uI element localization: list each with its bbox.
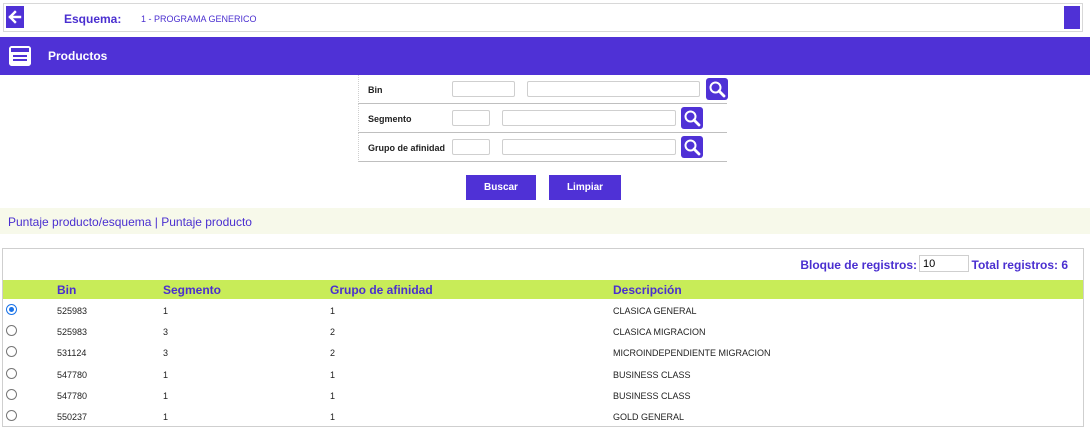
segmento-label: Segmento bbox=[368, 114, 412, 124]
window-icon bbox=[9, 46, 31, 66]
filter-row-segmento: Segmento bbox=[358, 104, 727, 133]
filter-row-bin: Bin bbox=[358, 75, 728, 104]
schema-side-handle[interactable] bbox=[1064, 6, 1080, 29]
clear-button[interactable]: Limpiar bbox=[549, 175, 621, 200]
row-select-radio[interactable] bbox=[6, 388, 17, 400]
segmento-description-input[interactable] bbox=[502, 110, 676, 126]
bin-label: Bin bbox=[368, 85, 383, 95]
cell-grupo: 2 bbox=[330, 327, 336, 338]
grupo-code-input[interactable] bbox=[452, 139, 490, 155]
cell-segmento: 1 bbox=[163, 412, 169, 422]
cell-bin: 531124 bbox=[57, 348, 87, 359]
cell-descripcion: MICROINDEPENDIENTE MIGRACION bbox=[613, 348, 771, 359]
column-header-bin[interactable]: Bin bbox=[57, 283, 76, 297]
row-select-radio[interactable] bbox=[6, 346, 17, 358]
cell-bin: 547780 bbox=[57, 390, 88, 401]
filter-row-grupo: Grupo de afinidad bbox=[358, 133, 727, 162]
cell-bin: 547780 bbox=[57, 369, 88, 380]
grupo-afinidad-label: Grupo de afinidad bbox=[368, 143, 446, 153]
cell-grupo: 1 bbox=[330, 306, 336, 316]
column-header-grupo[interactable]: Grupo de afinidad bbox=[330, 283, 433, 297]
row-select-radio[interactable] bbox=[6, 325, 17, 337]
magnifier-icon bbox=[684, 110, 701, 127]
bin-search-button[interactable] bbox=[706, 78, 728, 100]
cell-descripcion: BUSINESS CLASS bbox=[613, 369, 691, 380]
segmento-search-button[interactable] bbox=[681, 107, 703, 129]
table-row[interactable]: 525983 1 1 CLASICA GENERAL bbox=[3, 300, 1083, 321]
block-size-input[interactable] bbox=[919, 255, 969, 272]
search-button[interactable]: Buscar bbox=[466, 175, 536, 200]
grupo-search-button[interactable] bbox=[681, 136, 703, 158]
total-records: Total registros: 6 bbox=[971, 258, 1068, 272]
cell-grupo: 1 bbox=[330, 412, 336, 422]
cell-segmento: 3 bbox=[163, 348, 169, 359]
schema-value: 1 - PROGRAMA GENERICO bbox=[141, 14, 257, 24]
table-row[interactable]: 531124 3 2 MICROINDEPENDIENTE MIGRACION bbox=[3, 342, 1083, 363]
schema-label: Esquema: bbox=[64, 12, 122, 26]
cell-grupo: 1 bbox=[330, 390, 336, 401]
magnifier-icon bbox=[684, 139, 701, 156]
cell-bin: 550237 bbox=[57, 412, 88, 422]
cell-bin: 525983 bbox=[57, 306, 88, 316]
cell-descripcion: BUSINESS CLASS bbox=[613, 390, 691, 401]
row-select-radio[interactable] bbox=[6, 367, 17, 379]
pager: Bloque de registros: Total registros: 6 bbox=[3, 249, 1083, 279]
cell-grupo: 2 bbox=[330, 348, 336, 359]
segmento-code-input[interactable] bbox=[452, 110, 490, 126]
row-select-radio[interactable] bbox=[6, 410, 17, 421]
cell-descripcion: CLASICA MIGRACION bbox=[613, 327, 706, 338]
cell-bin: 525983 bbox=[57, 327, 88, 338]
table-row[interactable]: 547780 1 1 BUSINESS CLASS bbox=[3, 385, 1083, 406]
cell-grupo: 1 bbox=[330, 369, 336, 380]
column-header-segmento[interactable]: Segmento bbox=[163, 283, 221, 297]
cell-segmento: 1 bbox=[163, 306, 169, 316]
cell-descripcion: CLASICA GENERAL bbox=[613, 306, 697, 316]
back-button[interactable] bbox=[6, 6, 24, 28]
bin-description-input[interactable] bbox=[527, 81, 700, 97]
column-header-descripcion[interactable]: Descripción bbox=[613, 283, 682, 297]
table-row[interactable]: 525983 3 2 CLASICA MIGRACION bbox=[3, 321, 1083, 342]
bin-code-input[interactable] bbox=[452, 81, 515, 97]
section-header: Productos bbox=[0, 37, 1090, 75]
table-header: Bin Segmento Grupo de afinidad Descripci… bbox=[3, 280, 1083, 299]
breadcrumb-bar: Puntaje producto/esquema | Puntaje produ… bbox=[0, 208, 1090, 234]
table-row[interactable]: 547780 1 1 BUSINESS CLASS bbox=[3, 364, 1083, 385]
results-table: Bloque de registros: Total registros: 6 … bbox=[2, 248, 1084, 427]
table-row[interactable]: 550237 1 1 GOLD GENERAL bbox=[3, 406, 1083, 427]
magnifier-icon bbox=[709, 81, 726, 98]
block-size-label: Bloque de registros: bbox=[800, 258, 917, 272]
cell-segmento: 1 bbox=[163, 390, 169, 401]
cell-segmento: 3 bbox=[163, 327, 169, 338]
arrow-left-icon bbox=[8, 10, 22, 24]
filter-form: Bin Segmento Grupo de afinidad bbox=[358, 75, 728, 162]
page-title: Productos bbox=[48, 49, 108, 63]
cell-descripcion: GOLD GENERAL bbox=[613, 412, 685, 422]
cell-segmento: 1 bbox=[163, 369, 169, 380]
grupo-description-input[interactable] bbox=[502, 139, 676, 155]
schema-bar: Esquema: 1 - PROGRAMA GENERICO bbox=[3, 3, 1083, 32]
breadcrumb[interactable]: Puntaje producto/esquema | Puntaje produ… bbox=[8, 215, 252, 229]
row-select-radio[interactable] bbox=[6, 304, 17, 315]
